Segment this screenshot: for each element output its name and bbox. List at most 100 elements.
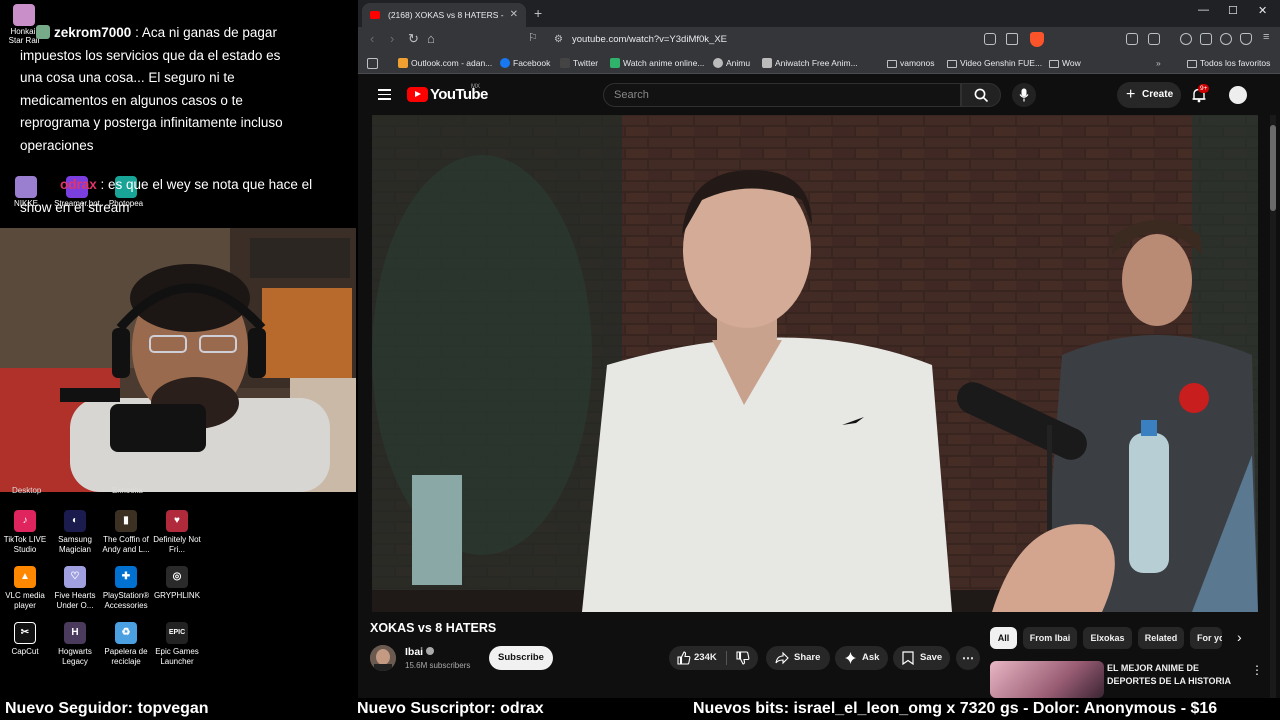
- bookmark-folder-vamonos[interactable]: vamonos: [887, 53, 935, 74]
- vpn-icon[interactable]: [1240, 33, 1252, 45]
- maximize-button[interactable]: ☐: [1228, 4, 1238, 17]
- desktop-icon-gryphlink[interactable]: ◎ GRYPHLINK: [149, 566, 205, 601]
- chip-for-you[interactable]: For yo: [1190, 627, 1222, 649]
- desktop-icon-tiktok[interactable]: ♪ TikTok LIVE Studio: [0, 510, 53, 555]
- desktop-icon-recycle-bin[interactable]: ♻ Papelera de reciclaje: [98, 622, 154, 667]
- site-info-icon[interactable]: ⚙: [554, 30, 563, 50]
- plus-icon: +: [1126, 86, 1136, 103]
- forward-icon[interactable]: ›: [390, 31, 394, 46]
- search-button[interactable]: [961, 83, 1001, 107]
- browser-window: (2168) XOKAS vs 8 HATERS - ✕ + — ☐ ✕ ‹ ›…: [358, 0, 1280, 698]
- desktop-icon-label: Epic Games Launcher: [155, 647, 199, 666]
- hamburger-menu-icon[interactable]: [378, 89, 391, 100]
- address-bar-url: youtube.com/watch?v=Y3diMf0k_XE: [572, 34, 727, 45]
- facebook-icon: [500, 58, 510, 68]
- folder-icon: [887, 60, 897, 68]
- voice-search-button[interactable]: [1012, 83, 1036, 107]
- desktop-icon-vlc[interactable]: ▲ VLC media player: [0, 566, 53, 611]
- cast-icon[interactable]: [984, 33, 996, 45]
- streamer-webcam: [0, 228, 356, 492]
- desktop-icon-label: Definitely Not Fri...: [153, 535, 201, 554]
- desktop-icon-samsung-magician[interactable]: ◐ Samsung Magician: [47, 510, 103, 555]
- dislike-button[interactable]: [727, 646, 758, 670]
- chip-from-ibai[interactable]: From Ibai: [1023, 627, 1077, 649]
- desktop-icon-definitely-not[interactable]: ♥ Definitely Not Fri...: [149, 510, 205, 555]
- desktop-icon-label: Papelera de reciclaje: [104, 647, 148, 666]
- channel-name[interactable]: Ibai: [405, 646, 435, 658]
- channel-avatar[interactable]: [370, 645, 396, 671]
- chip-related[interactable]: Related: [1138, 627, 1184, 649]
- create-button[interactable]: + Create: [1117, 82, 1181, 108]
- stream-chat: Honkai: Star Rail zekrom7000 : Aca ni ga…: [0, 0, 358, 228]
- like-dislike-group: 234K: [669, 646, 758, 670]
- stream-alert-ticker: Nuevo Seguidor: topvegan Nuevo Suscripto…: [0, 698, 1280, 720]
- bookmark-icon[interactable]: ⚐: [528, 31, 538, 44]
- desktop-icon-hogwarts[interactable]: H Hogwarts Legacy: [47, 622, 103, 667]
- more-actions-icon[interactable]: ⋯: [956, 646, 980, 670]
- capcut-icon: ✂: [14, 622, 36, 644]
- chat-message: odrax : es que el wey se nota que hace e…: [20, 174, 320, 219]
- bookmark-all-favorites[interactable]: Todos los favoritos: [1187, 53, 1270, 74]
- account-avatar[interactable]: [1229, 86, 1247, 104]
- ask-button[interactable]: Ask: [835, 646, 888, 670]
- bookmark-facebook[interactable]: Facebook: [500, 53, 550, 74]
- tab-youtube[interactable]: (2168) XOKAS vs 8 HATERS - ✕: [362, 3, 526, 27]
- wallet-icon[interactable]: [1200, 33, 1212, 45]
- bookmark-outlook[interactable]: Outlook.com - adan...: [398, 53, 492, 74]
- home-icon[interactable]: ⌂: [427, 31, 435, 46]
- stream-overlay: Honkai: Star Rail zekrom7000 : Aca ni ga…: [0, 0, 358, 698]
- bookmark-label: Wow: [1062, 58, 1081, 68]
- save-bookmark-icon: [902, 651, 914, 665]
- subscribe-button[interactable]: Subscribe: [489, 646, 553, 670]
- save-button[interactable]: Save: [893, 646, 950, 670]
- reload-icon[interactable]: ↻: [408, 31, 419, 47]
- apps-icon[interactable]: [367, 58, 378, 69]
- desktop-icon-coffin-andy[interactable]: ▮ The Coffin of Andy and L...: [98, 510, 154, 555]
- bookmark-watch-anime[interactable]: Watch anime online...: [610, 53, 704, 74]
- music-icon[interactable]: [1180, 33, 1192, 45]
- bookmark-folder-wow[interactable]: Wow: [1049, 53, 1081, 74]
- scrollbar-thumb[interactable]: [1270, 125, 1276, 211]
- bookmark-twitter[interactable]: Twitter: [560, 53, 598, 74]
- ask-label: Ask: [862, 652, 880, 663]
- brave-shields-icon[interactable]: [1030, 32, 1044, 47]
- share-icon[interactable]: [1006, 33, 1018, 45]
- desktop-icon-epic-games[interactable]: EPIC Epic Games Launcher: [149, 622, 205, 667]
- bookmark-label: Watch anime online...: [623, 58, 705, 68]
- video-player[interactable]: [372, 115, 1258, 612]
- ticker-new-bits: Nuevos bits: israel_el_leon_omg x 7320: [693, 700, 996, 717]
- extensions-icon[interactable]: [1126, 33, 1138, 45]
- desktop-icon-playstation[interactable]: ✚ PlayStation® Accessories: [98, 566, 154, 611]
- search-input[interactable]: Search: [603, 83, 961, 107]
- desktop-icon-label: CapCut: [11, 647, 39, 656]
- chip-all[interactable]: All: [990, 627, 1017, 649]
- leo-ai-icon[interactable]: [1220, 33, 1232, 45]
- recommended-video-thumbnail[interactable]: [990, 661, 1104, 698]
- tab-close-icon[interactable]: ✕: [510, 3, 518, 27]
- share-button[interactable]: Share: [766, 646, 830, 670]
- back-icon[interactable]: ‹: [370, 31, 374, 46]
- youtube-logo-icon[interactable]: [407, 87, 428, 102]
- minimize-button[interactable]: —: [1198, 4, 1209, 16]
- bookmark-aniwatch[interactable]: Aniwatch Free Anim...: [762, 53, 858, 74]
- bookmark-label: Todos los favoritos: [1200, 58, 1271, 68]
- like-button[interactable]: 234K: [669, 646, 726, 670]
- bookmark-animu[interactable]: Animu: [713, 53, 750, 74]
- desktop-icon-capcut[interactable]: ✂ CapCut: [0, 622, 53, 657]
- twitter-icon: [560, 58, 570, 68]
- desktop-icon-five-hearts[interactable]: ♡ Five Hearts Under O...: [47, 566, 103, 611]
- chips-next-chevron-icon[interactable]: ›: [1237, 629, 1242, 645]
- sidebar-icon[interactable]: [1148, 33, 1160, 45]
- chip-elxokas[interactable]: Elxokas: [1083, 627, 1132, 649]
- address-bar[interactable]: ⚙ youtube.com/watch?v=Y3diMf0k_XE: [548, 30, 1058, 50]
- ticker-new-subscriber: Nuevo Suscriptor: odrax: [357, 700, 544, 717]
- bookmark-label: Facebook: [513, 58, 551, 68]
- new-tab-button[interactable]: +: [534, 3, 542, 23]
- sparkle-icon: [845, 652, 856, 664]
- recommended-video-title[interactable]: EL MEJOR ANIME DE DEPORTES DE LA HISTORI…: [1107, 662, 1237, 688]
- recommended-more-icon[interactable]: ⋮: [1251, 663, 1263, 677]
- bookmark-folder-genshin[interactable]: Video Genshin FUE...: [947, 53, 1042, 74]
- menu-icon[interactable]: ≡: [1263, 31, 1269, 43]
- close-window-button[interactable]: ✕: [1258, 4, 1267, 17]
- more-bookmarks-chevron-icon[interactable]: »: [1156, 53, 1161, 74]
